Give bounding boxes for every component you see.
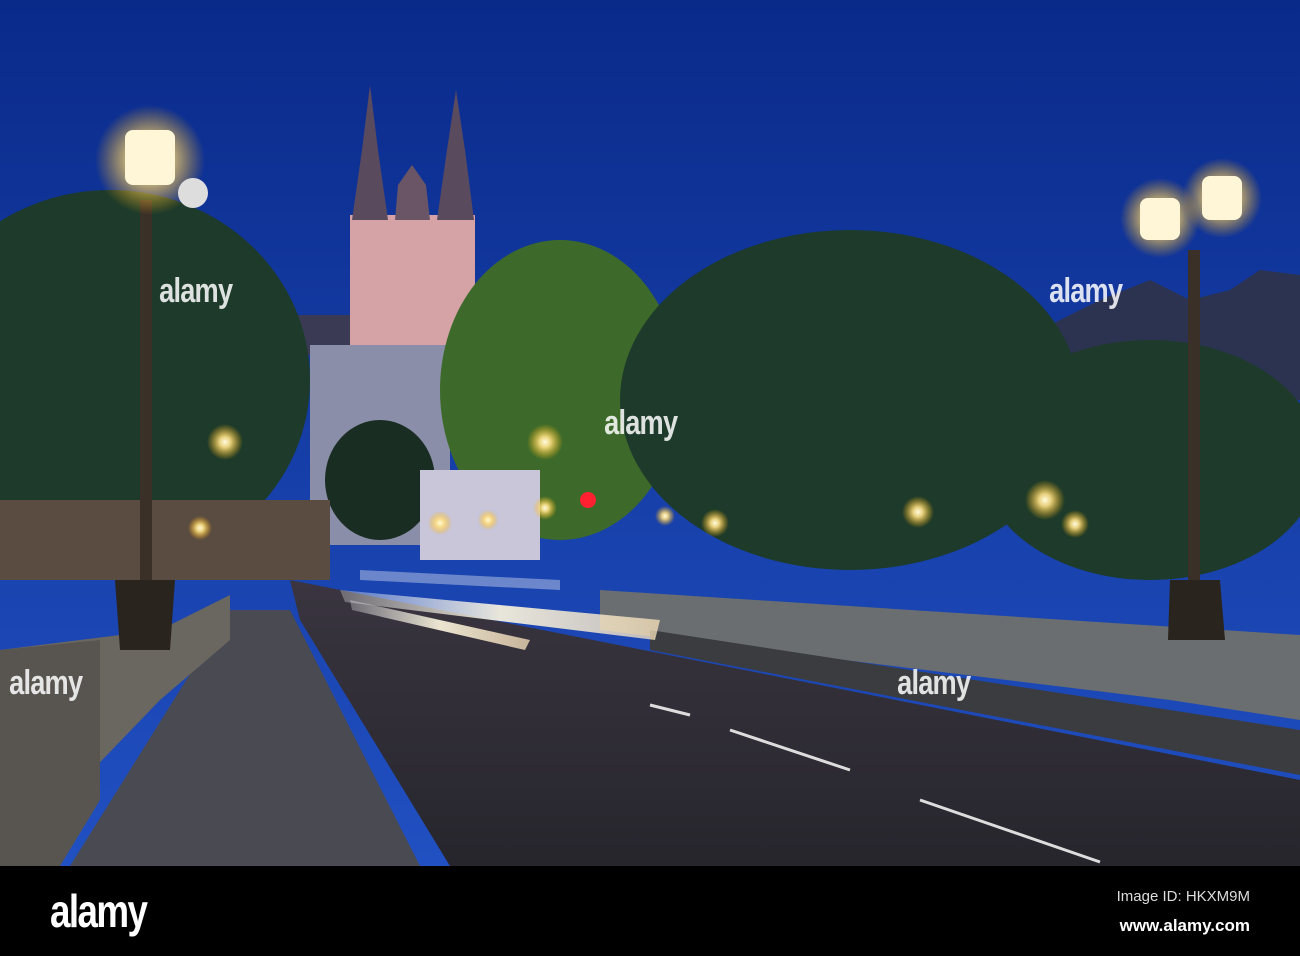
image-id: Image ID: HKXM9M [1116, 888, 1250, 905]
watermark: alamy [604, 404, 678, 442]
stock-photo-page: alamy alamy alamy alamy alamy alamy Imag… [0, 0, 1300, 956]
watermark: alamy [9, 664, 83, 702]
alamy-logo: alamy [50, 885, 148, 937]
website-link[interactable]: www.alamy.com [1120, 916, 1250, 936]
footer-bar: alamy Image ID: HKXM9M www.alamy.com [0, 866, 1300, 956]
watermark: alamy [897, 664, 971, 702]
watermark: alamy [1049, 272, 1123, 310]
watermark: alamy [159, 272, 233, 310]
